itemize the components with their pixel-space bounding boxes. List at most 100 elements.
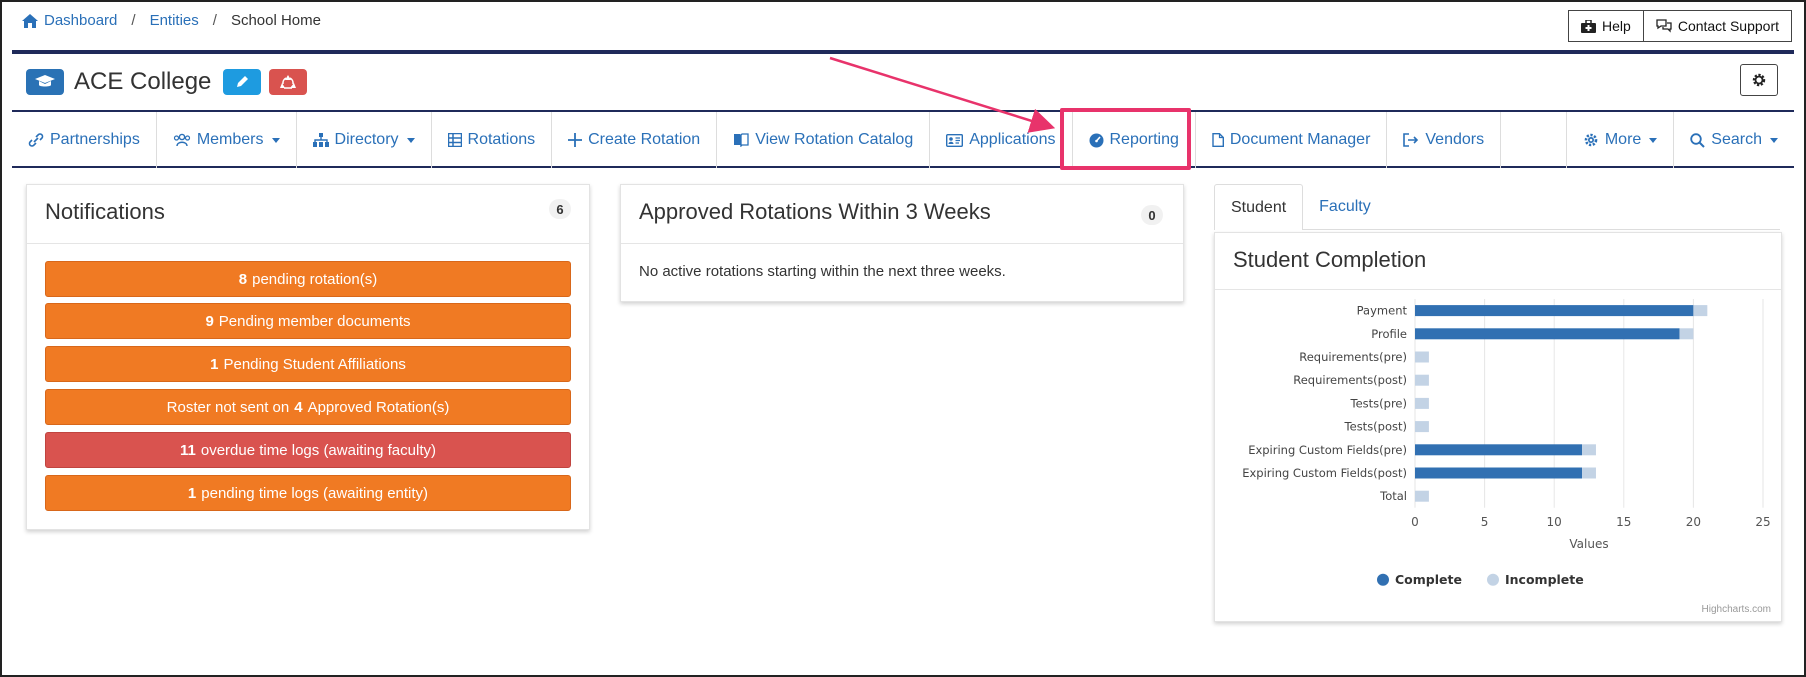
contact-support-button[interactable]: Contact Support xyxy=(1643,10,1792,42)
chat-icon xyxy=(1656,19,1672,33)
notification-overdue-time-logs[interactable]: 11 overdue time logs (awaiting faculty) xyxy=(45,432,571,468)
chevron-down-icon xyxy=(406,137,415,143)
nav-directory[interactable]: Directory xyxy=(297,112,432,168)
nav-document-manager[interactable]: Document Manager xyxy=(1196,112,1388,168)
notification-count: 8 xyxy=(238,270,248,288)
nav-applications[interactable]: Applications xyxy=(930,112,1073,168)
nav-rotations[interactable]: Rotations xyxy=(432,112,553,168)
users-icon xyxy=(173,133,190,147)
nav-view-rotation-catalog[interactable]: View Rotation Catalog xyxy=(717,112,931,168)
legend-marker xyxy=(1377,573,1389,586)
notification-prefix: Roster not sent on xyxy=(166,398,290,416)
legend-label: Complete xyxy=(1395,572,1462,587)
x-tick-label: 10 xyxy=(1547,515,1562,529)
category-label: Expiring Custom Fields(post) xyxy=(1242,466,1407,480)
notification-text: Pending Student Affiliations xyxy=(223,355,406,373)
nav-more-label: More xyxy=(1604,131,1642,148)
bar-complete xyxy=(1415,444,1583,456)
tabs-underline xyxy=(1302,229,1780,230)
bar-incomplete xyxy=(1415,374,1429,386)
nav-create-rotation-label: Create Rotation xyxy=(588,131,701,148)
home-icon xyxy=(22,13,38,28)
id-card-icon xyxy=(946,133,964,147)
category-label: Requirements(pre) xyxy=(1299,350,1407,364)
notification-roster-not-sent[interactable]: Roster not sent on 4 Approved Rotation(s) xyxy=(45,389,571,425)
approved-rotations-message: No active rotations starting within the … xyxy=(639,263,1006,280)
chevron-down-icon xyxy=(1649,137,1658,143)
top-bar: Dashboard / Entities / School Home Help … xyxy=(2,2,1804,46)
approved-rotations-title: Approved Rotations Within 3 Weeks xyxy=(639,199,991,224)
student-completion-chart: 0 5 10 15 20 25 Values Payment Profile Requiremen… xyxy=(1242,299,1771,587)
medkit-icon xyxy=(1581,19,1597,33)
notification-pending-member-documents[interactable]: 9 Pending member documents xyxy=(45,303,571,339)
breadcrumb-separator: / xyxy=(131,12,136,29)
category-label: Requirements(post) xyxy=(1293,373,1407,387)
settings-button[interactable] xyxy=(1740,64,1778,96)
bar-incomplete xyxy=(1415,397,1429,409)
notification-count: 11 xyxy=(180,441,196,459)
breadcrumb-dashboard[interactable]: Dashboard xyxy=(22,12,117,29)
chevron-down-icon xyxy=(271,137,280,143)
plus-icon xyxy=(568,133,583,147)
legend-label: Incomplete xyxy=(1505,572,1584,587)
bar-incomplete xyxy=(1582,444,1596,456)
category-label: Expiring Custom Fields(pre) xyxy=(1248,443,1407,457)
bar-incomplete xyxy=(1582,467,1596,479)
completion-tabs: Student Faculty xyxy=(1214,184,1387,230)
notifications-count-badge: 6 xyxy=(549,199,571,219)
search-icon xyxy=(1690,132,1706,148)
nav-search[interactable]: Search xyxy=(1674,112,1794,168)
highcharts-credit: Highcharts.com xyxy=(1701,604,1771,615)
help-label: Help xyxy=(1602,18,1631,34)
student-completion-card: Student Completion 0 5 10 15 20 25 Values Payme… xyxy=(1214,232,1782,622)
gear-icon xyxy=(1584,133,1598,147)
bar-incomplete xyxy=(1415,490,1429,502)
school-header: ACE College Partnerships Members Directo… xyxy=(12,50,1794,168)
recycle-icon xyxy=(280,75,297,89)
help-button[interactable]: Help xyxy=(1568,10,1644,42)
nav-view-catalog-label: View Rotation Catalog xyxy=(755,131,914,148)
divider xyxy=(621,243,1183,244)
notification-count: 9 xyxy=(205,312,214,330)
category-label: Tests(pre) xyxy=(1350,396,1407,410)
tab-student[interactable]: Student xyxy=(1214,184,1304,230)
x-tick-label: 5 xyxy=(1481,515,1489,529)
breadcrumb-current: School Home xyxy=(230,12,321,29)
bar-incomplete xyxy=(1415,351,1429,363)
category-label: Payment xyxy=(1357,304,1408,318)
notification-text: Approved Rotation(s) xyxy=(307,398,450,416)
x-tick-label: 20 xyxy=(1686,515,1701,529)
recycle-button[interactable] xyxy=(269,69,308,95)
edit-button[interactable] xyxy=(223,69,262,95)
bar-complete xyxy=(1415,305,1694,317)
notification-pending-rotations[interactable]: 8 pending rotation(s) xyxy=(45,261,571,297)
notification-count: 4 xyxy=(294,398,303,416)
school-name: ACE College xyxy=(74,68,212,95)
x-tick-label: 15 xyxy=(1616,515,1631,529)
nav-members[interactable]: Members xyxy=(157,112,297,168)
main-nav: Partnerships Members Directory Rotations… xyxy=(12,110,1794,168)
nav-partnerships[interactable]: Partnerships xyxy=(12,112,157,168)
approved-rotations-count-badge: 0 xyxy=(1141,205,1163,225)
nav-more[interactable]: More xyxy=(1567,112,1675,168)
nav-create-rotation[interactable]: Create Rotation xyxy=(552,112,718,168)
nav-spacer xyxy=(1501,112,1567,168)
notification-pending-student-affiliations[interactable]: 1 Pending Student Affiliations xyxy=(45,346,571,382)
bar-complete xyxy=(1415,467,1583,479)
breadcrumb-entities[interactable]: Entities xyxy=(150,12,199,29)
nav-vendors[interactable]: Vendors xyxy=(1387,112,1502,168)
nav-document-manager-label: Document Manager xyxy=(1229,131,1371,148)
notifications-title: Notifications xyxy=(45,199,165,224)
legend-marker xyxy=(1487,573,1499,586)
bar-incomplete xyxy=(1693,305,1708,317)
breadcrumb: Dashboard / Entities / School Home xyxy=(22,12,321,29)
school-title-row: ACE College xyxy=(26,68,308,96)
notification-pending-time-logs[interactable]: 1 pending time logs (awaiting entity) xyxy=(45,475,571,511)
nav-search-label: Search xyxy=(1711,131,1762,148)
notifications-card: Notifications 6 8 pending rotation(s) 9 Pe… xyxy=(26,184,590,530)
nav-partnerships-label: Partnerships xyxy=(50,131,140,148)
chevron-down-icon xyxy=(1770,137,1778,143)
tab-faculty[interactable]: Faculty xyxy=(1303,184,1387,230)
x-tick-label: 0 xyxy=(1411,515,1419,529)
x-tick-label: 25 xyxy=(1755,515,1770,529)
